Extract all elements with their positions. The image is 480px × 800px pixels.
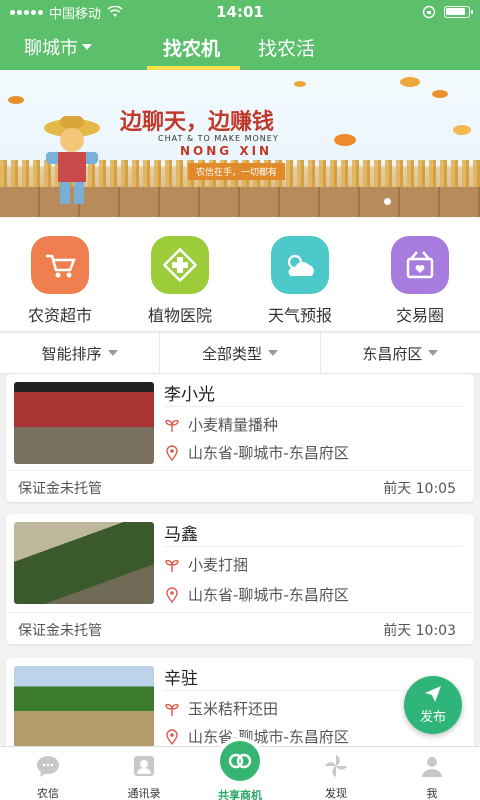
filter-type[interactable]: 全部类型	[160, 333, 321, 373]
wifi-icon	[107, 6, 123, 17]
location-pin-icon	[166, 444, 178, 461]
quick-label: 农资超市	[27, 306, 92, 325]
quick-item-trade-circle[interactable]: 交易圈	[360, 218, 480, 330]
clock: 14:01	[216, 3, 264, 21]
status-bar: 中国移动 14:01	[0, 0, 480, 24]
owner-name: 辛驻	[164, 669, 198, 689]
quick-item-plant-hospital[interactable]: 植物医院	[120, 218, 240, 330]
tab-label: 通讯录	[127, 787, 161, 800]
promo-banner[interactable]: 边聊天，边赚钱 CHAT & TO MAKE MONEY NONG XIN 农信…	[0, 70, 480, 217]
card-footer: 保证金未托管 前天 10:03	[6, 612, 474, 646]
tab-label: 农信	[37, 787, 59, 800]
chevron-down-icon	[82, 44, 92, 50]
plant-cross-icon	[151, 236, 209, 294]
battery-icon	[443, 6, 473, 18]
tab-discover[interactable]: 发现	[288, 747, 384, 800]
filter-label: 智能排序	[41, 344, 102, 363]
banner-pager-dot	[384, 198, 391, 205]
sprout-icon	[165, 559, 179, 572]
tab-center-bubble	[216, 737, 264, 785]
city-selector[interactable]: 聊城市	[24, 34, 92, 60]
machinery-photo	[14, 522, 154, 604]
quick-item-weather[interactable]: 天气预报	[240, 218, 360, 330]
contacts-icon	[134, 756, 154, 776]
person-icon	[422, 757, 442, 777]
tab-label: 共享商机	[218, 789, 262, 800]
cart-icon	[31, 236, 89, 294]
filter-bar: 智能排序 全部类型 东昌府区	[0, 332, 480, 374]
publish-label: 发布	[419, 710, 446, 725]
service-label: 小麦精量播种	[188, 416, 279, 434]
deposit-status: 保证金未托管	[18, 622, 102, 639]
location-row: 山东省-聊城市-东昌府区	[164, 442, 349, 463]
quick-item-farm-supplies[interactable]: 农资超市	[0, 218, 120, 330]
list-item[interactable]: 李小光 小麦精量播种 山东省-聊城市-东昌府区 保证金未托管 前天 10:05	[6, 374, 474, 502]
paper-plane-icon	[425, 686, 441, 702]
sprout-icon	[165, 703, 179, 716]
publish-button[interactable]: 发布	[404, 676, 462, 734]
tab-find-farmwork[interactable]: 找农活	[258, 34, 315, 61]
tab-shared-business[interactable]: 共享商机	[192, 737, 288, 800]
service-row: 小麦打捆	[164, 554, 248, 575]
banner-headline: 边聊天，边赚钱	[120, 109, 275, 135]
tab-label: 发现	[325, 787, 347, 800]
quick-label: 天气预报	[267, 306, 332, 325]
filter-district[interactable]: 东昌府区	[321, 333, 480, 373]
app-header: 中国移动 14:01 聊城市 找农机 找农活	[0, 0, 480, 70]
tab-nongxin[interactable]: 农信	[0, 747, 96, 800]
tab-label: 我	[426, 787, 438, 800]
location-pin-icon	[166, 586, 178, 603]
caret-down-icon	[428, 350, 439, 356]
banner-subtitle: CHAT & TO MAKE MONEY	[158, 134, 279, 143]
rings-icon	[220, 741, 260, 781]
caret-down-icon	[268, 350, 278, 356]
orientation-lock-icon	[422, 5, 436, 19]
service-row: 小麦精量播种	[164, 414, 278, 435]
carrier-label: 中国移动	[49, 6, 102, 22]
filter-label: 全部类型	[201, 344, 262, 363]
tab-contacts[interactable]: 通讯录	[96, 747, 192, 800]
list-item[interactable]: 马鑫 小麦打捆 山东省-聊城市-东昌府区 保证金未托管 前天 10:03	[6, 514, 474, 644]
gift-box-icon	[391, 236, 449, 294]
quick-label: 植物医院	[147, 306, 212, 325]
owner-name: 李小光	[164, 385, 215, 405]
quick-actions: 农资超市 植物医院 天气预报 交易圈	[0, 218, 480, 330]
filter-label: 东昌府区	[362, 344, 423, 363]
owner-name: 马鑫	[164, 525, 198, 545]
machinery-photo	[14, 382, 154, 464]
filter-sort[interactable]: 智能排序	[0, 333, 161, 373]
quick-label: 交易圈	[395, 306, 444, 325]
service-label: 小麦打捆	[188, 556, 249, 574]
divider	[164, 546, 462, 547]
pinwheel-icon	[325, 755, 347, 777]
tab-find-machinery[interactable]: 找农机	[163, 34, 220, 61]
weather-icon	[271, 236, 329, 294]
location-label: 山东省-聊城市-东昌府区	[188, 728, 349, 746]
service-row: 玉米秸秆还田	[164, 698, 278, 719]
bottom-tab-bar: 农信 通讯录 共享商机 发现 我	[0, 737, 480, 800]
card-footer: 保证金未托管 前天 10:05	[6, 470, 474, 504]
location-label: 山东省-聊城市-东昌府区	[188, 586, 349, 604]
banner-brand: NONG XIN	[180, 144, 273, 158]
chat-bubble-icon	[37, 756, 59, 777]
location-label: 山东省-聊城市-东昌府区	[188, 444, 349, 462]
city-label: 聊城市	[24, 38, 78, 59]
service-label: 玉米秸秆还田	[188, 700, 279, 718]
banner-tagline: 农信在手，一切都有	[188, 163, 286, 180]
tab-me[interactable]: 我	[384, 747, 480, 800]
signal-icon	[10, 9, 43, 15]
post-time: 前天 10:03	[383, 622, 456, 639]
sprout-icon	[165, 419, 179, 432]
location-row: 山东省-聊城市-东昌府区	[164, 584, 349, 605]
caret-down-icon	[107, 350, 118, 356]
machinery-photo	[14, 666, 154, 746]
post-time: 前天 10:05	[383, 480, 456, 497]
divider	[164, 406, 462, 407]
deposit-status: 保证金未托管	[18, 480, 102, 497]
location-pin-icon	[166, 728, 178, 745]
